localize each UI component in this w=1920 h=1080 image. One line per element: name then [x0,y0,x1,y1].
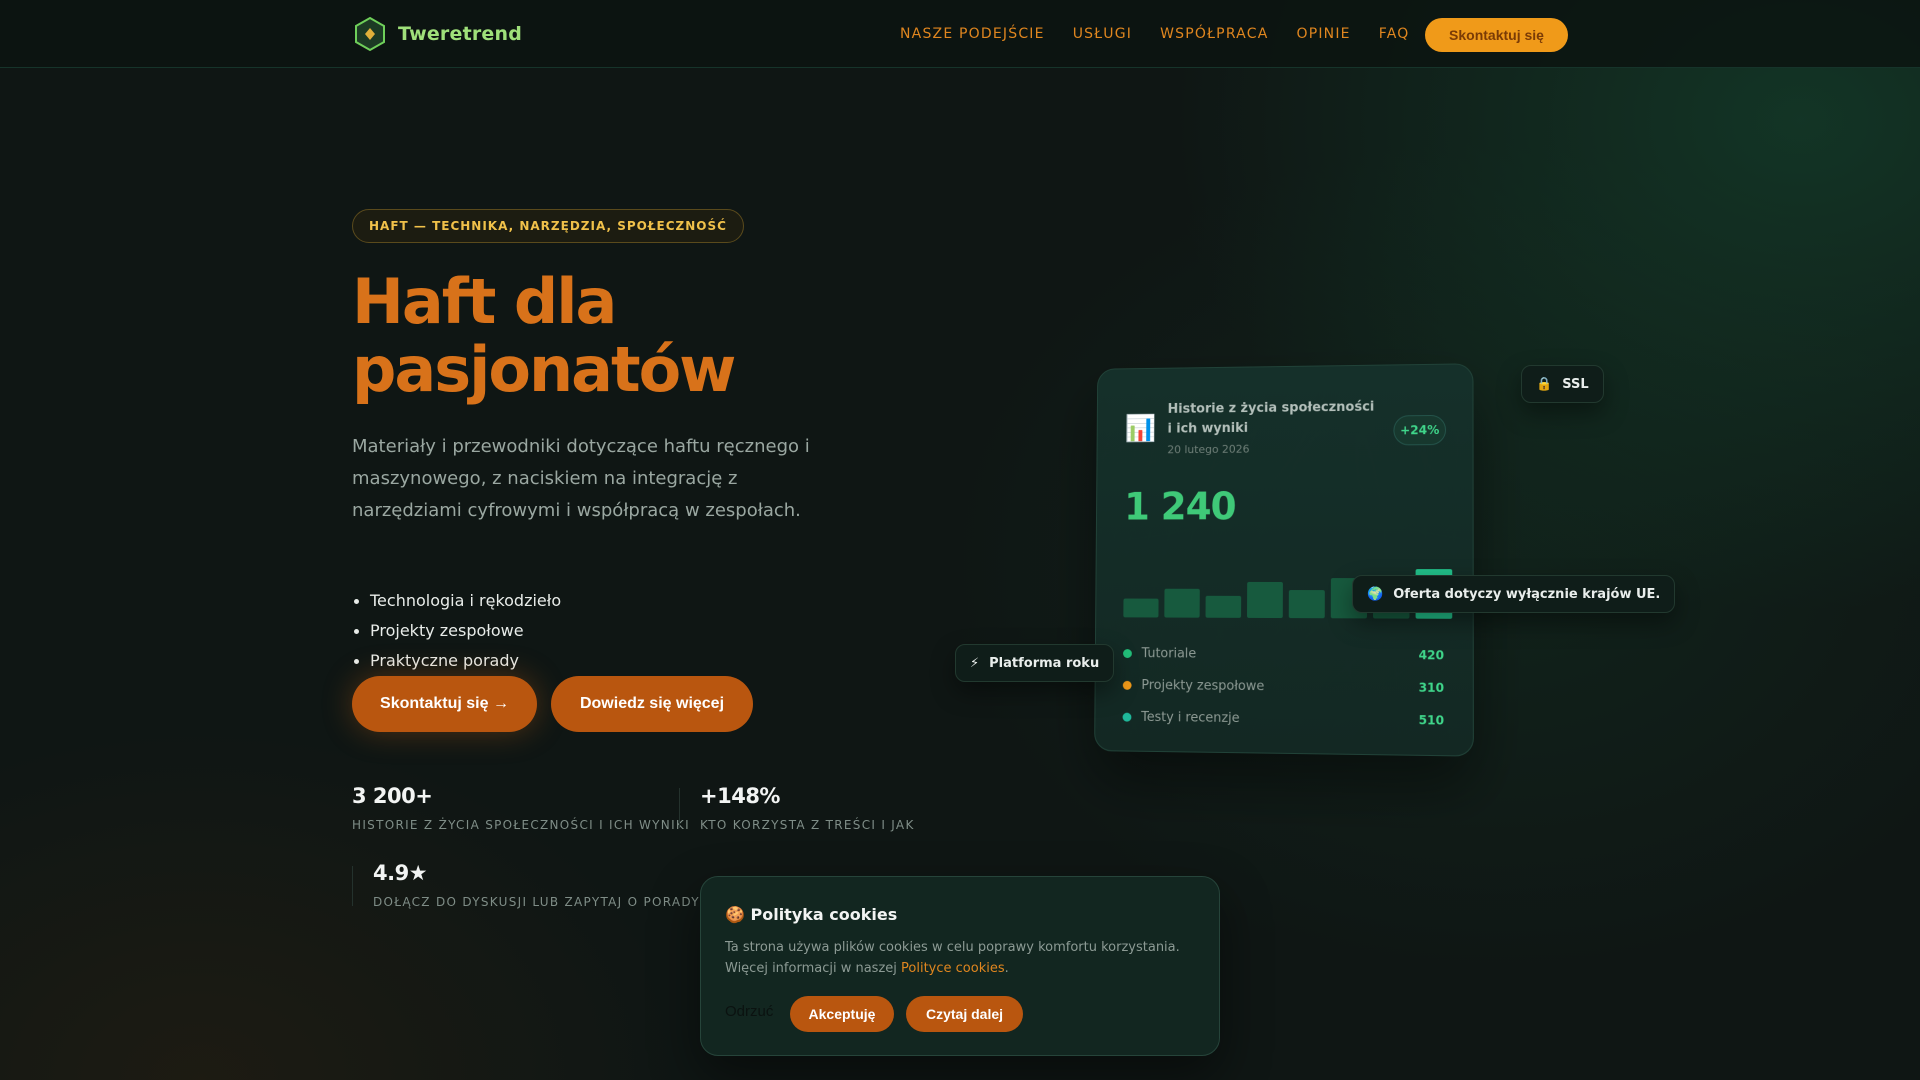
brand-name: Tweretrend [398,23,523,45]
learn-more-button[interactable]: Dowiedz się więcej [551,676,753,732]
globe-icon: 🌍 [1367,586,1384,602]
nav-link-reviews[interactable]: OPINIE [1296,26,1350,42]
cookie-policy-link[interactable]: Polityce cookies [901,961,1005,976]
top-navbar: Tweretrend NASZE PODEJŚCIE USŁUGI WSPÓŁP… [0,0,1920,68]
list-item: Technologia i rękodzieło [352,586,561,616]
hero-tag-pill: HAFT — TECHNIKA, NARZĘDZIA, SPOŁECZNOŚĆ [352,209,744,243]
list-item: Projekty zespołowe [352,616,561,646]
cookie-title: 🍪 Polityka cookies [725,905,898,924]
brand-logo[interactable]: Tweretrend [352,16,522,52]
growth-badge: +24% [1393,414,1447,446]
hexagon-diamond-icon [355,16,385,52]
card-date: 20 lutego 2026 [1167,442,1250,457]
legend-value: 310 [1418,680,1445,696]
stat-label: HISTORIE Z ŻYCIA SPOŁECZNOŚCI I ICH WYNI… [352,818,690,832]
hero-title-line1: Haft dla [352,265,617,338]
eu-offer-chip: 🌍 Oferta dotyczy wyłącznie krajów UE. [1352,575,1676,613]
hero-title-line2: pasjonatów [352,333,736,406]
stat-label: DOŁĄCZ DO DYSKUSJI LUB ZAPYTAJ O PORADY [373,895,700,909]
stat-value: 4.9★ [373,861,428,885]
nav-links: NASZE PODEJŚCIE USŁUGI WSPÓŁPRACA OPINIE… [900,0,1409,68]
stat-divider [679,788,680,828]
legend-dot [1122,712,1132,722]
legend-label: Projekty zespołowe [1141,677,1265,694]
legend-label: Tutoriale [1141,645,1197,662]
hero-title: Haft dla pasjonatów [352,268,872,404]
cookie-read-more-button[interactable]: Czytaj dalej [906,996,1023,1032]
lightning-icon: ⚡ [970,655,980,671]
cookie-reject-button[interactable]: Odrzuć [725,1003,773,1020]
hero-lead: Materiały i przewodniki dotyczące haftu … [352,436,810,521]
nav-link-approach[interactable]: NASZE PODEJŚCIE [900,26,1045,42]
stat-value: 3 200+ [352,784,433,808]
legend-value: 420 [1418,648,1445,663]
legend-dot [1122,680,1132,690]
card-title: Historie z życia społeczności i ich wyni… [1167,399,1375,437]
legend-row: Testy i recenzje 510 [1122,705,1444,733]
platform-label: Platforma roku [989,655,1100,671]
nav-link-services[interactable]: USŁUGI [1073,26,1132,42]
nav-link-cooperation[interactable]: WSPÓŁPRACA [1160,26,1268,42]
card-big-value: 1 240 [1124,484,1236,529]
stat-value: +148% [700,784,780,808]
ssl-label: SSL [1562,376,1589,392]
chart-bar [1123,598,1159,618]
contact-button[interactable]: Skontaktuj się → [352,676,537,732]
cookie-text-end: . [1004,961,1009,976]
stat-stories: 3 200+ HISTORIE Z ŻYCIA SPOŁECZNOŚCI I I… [352,784,690,832]
cookie-banner: 🍪 Polityka cookies Ta strona używa plikó… [700,876,1220,1056]
stat-divider [352,866,353,906]
legend-row: Projekty zespołowe 310 [1122,673,1445,700]
nav-link-faq[interactable]: FAQ [1379,26,1410,42]
nav-contact-button[interactable]: Skontaktuj się [1425,18,1568,52]
lock-icon: 🔒 [1536,376,1553,392]
chart-bar [1247,581,1283,619]
legend-value: 510 [1418,713,1445,728]
legend-dot [1123,648,1132,658]
chart-bar [1288,590,1325,619]
cookie-text: Ta strona używa plików cookies w celu po… [725,937,1200,979]
list-item: Praktyczne porady [352,646,561,676]
hero-bullet-list: Technologia i rękodzieło Projekty zespoł… [352,586,561,676]
stats-dashboard-card: 📊 Historie z życia społeczności i ich wy… [1094,363,1474,757]
legend-row: Tutoriale 420 [1123,641,1444,667]
chart-bar [1164,588,1200,618]
cookie-accept-button[interactable]: Akceptuję [790,996,894,1032]
legend-label: Testy i recenzje [1141,709,1240,726]
eu-offer-label: Oferta dotyczy wyłącznie krajów UE. [1393,586,1661,602]
chart-bar [1205,595,1242,618]
ssl-chip: 🔒 SSL [1521,365,1604,403]
stat-rating: 4.9★ DOŁĄCZ DO DYSKUSJI LUB ZAPYTAJ O PO… [373,861,700,909]
bar-chart-icon: 📊 [1124,414,1157,444]
stat-label: KTO KORZYSTA Z TREŚCI I JAK [700,818,915,832]
stat-growth: +148% KTO KORZYSTA Z TREŚCI I JAK [700,784,915,832]
platform-chip: ⚡ Platforma roku [955,644,1115,682]
